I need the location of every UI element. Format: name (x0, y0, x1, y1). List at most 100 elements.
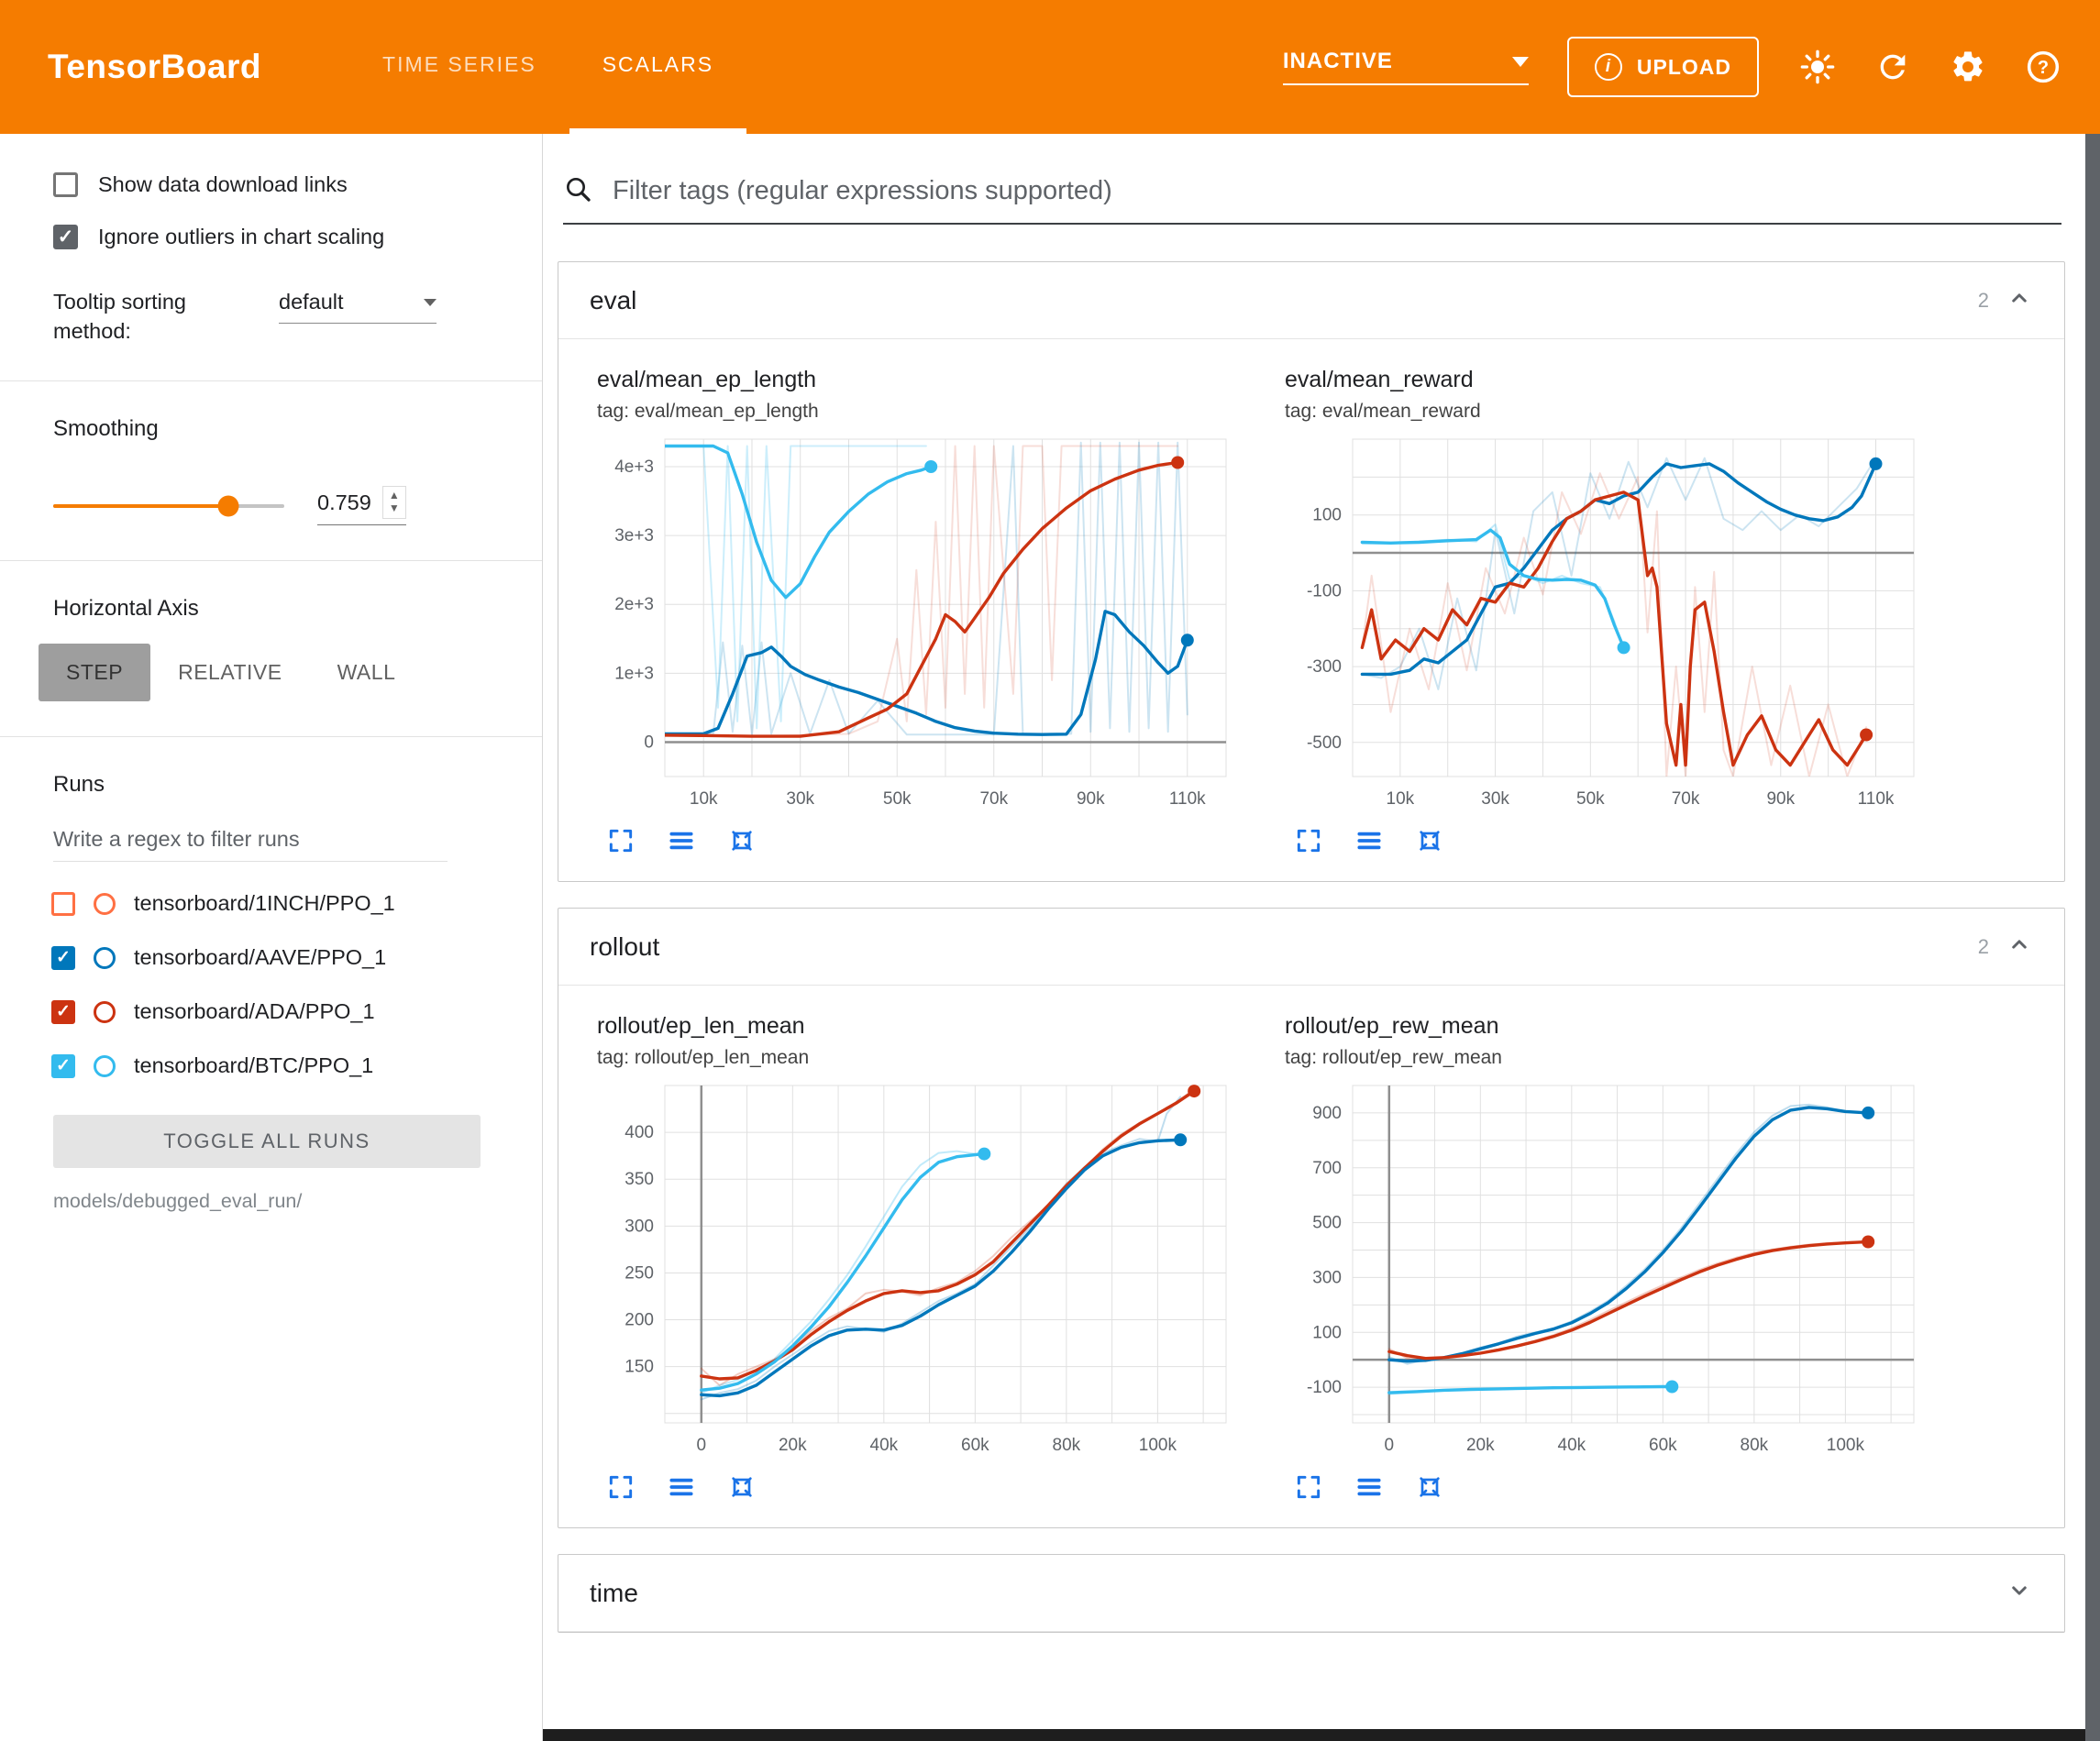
runs-heading: Runs (53, 772, 542, 798)
tab-time-series[interactable]: TIME SERIES (349, 0, 569, 134)
svg-text:80k: 80k (1741, 1436, 1769, 1455)
stepper-up-icon[interactable]: ▲ (389, 490, 400, 502)
horizontal-axis-buttons: STEPRELATIVEWALL (39, 644, 433, 701)
brightness-icon (1799, 49, 1836, 85)
card-header-eval[interactable]: eval2 (558, 262, 2064, 339)
run-color-radio[interactable] (94, 947, 116, 969)
smoothing-value-input[interactable]: 0.759 ▲▼ (317, 486, 406, 525)
run-checkbox[interactable] (51, 1054, 75, 1078)
upload-button[interactable]: i UPLOAD (1567, 37, 1759, 97)
tag-filter-input[interactable] (611, 175, 2061, 207)
refresh-icon (1874, 49, 1911, 85)
svg-text:10k: 10k (690, 789, 718, 809)
svg-text:700: 700 (1312, 1159, 1342, 1178)
status-dropdown-value: INACTIVE (1283, 49, 1393, 74)
stepper-down-icon[interactable]: ▼ (389, 502, 400, 515)
brightness-icon[interactable] (1797, 47, 1838, 87)
run-checkbox[interactable] (51, 892, 75, 916)
axis-option-relative[interactable]: RELATIVE (150, 644, 310, 701)
show-download-links-checkbox[interactable]: Show data download links (53, 172, 542, 197)
card-header-rollout[interactable]: rollout2 (558, 909, 2064, 986)
fullscreen-button[interactable] (602, 822, 639, 859)
run-row[interactable]: tensorboard/AAVE/PPO_1 (51, 931, 542, 985)
chart-title: eval/mean_reward (1285, 367, 1954, 393)
svg-text:40k: 40k (1558, 1436, 1586, 1455)
card-header-right (2006, 1577, 2033, 1609)
axis-option-step[interactable]: STEP (39, 644, 150, 701)
line-chart[interactable]: 10k30k50k70k90k110k01e+32e+33e+34e+3 (597, 426, 1239, 821)
run-row[interactable]: tensorboard/BTC/PPO_1 (51, 1039, 542, 1093)
fit-domain-button[interactable] (724, 822, 760, 859)
chevron-up-icon (2006, 284, 2033, 312)
tensorboard-app: TensorBoard TIME SERIESSCALARS INACTIVE … (0, 0, 2100, 1741)
charts-row: rollout/ep_len_meantag: rollout/ep_len_m… (558, 986, 2064, 1527)
run-label: tensorboard/AAVE/PPO_1 (134, 945, 386, 970)
data-table-button[interactable] (663, 1469, 700, 1505)
help-icon[interactable]: ? (2023, 47, 2063, 87)
line-chart[interactable]: 10k30k50k70k90k110k100-100-300-500 (1285, 426, 1927, 821)
tab-scalars[interactable]: SCALARS (569, 0, 746, 134)
line-chart[interactable]: 020k40k60k80k100k900700500300100-100 (1285, 1073, 1927, 1467)
slider-thumb[interactable] (218, 495, 239, 516)
svg-text:60k: 60k (961, 1436, 989, 1455)
svg-text:100k: 100k (1139, 1436, 1177, 1455)
number-stepper[interactable]: ▲▼ (382, 486, 406, 519)
toggle-all-runs-button[interactable]: TOGGLE ALL RUNS (53, 1115, 481, 1168)
scrollbar-thumb[interactable] (2085, 134, 2100, 1741)
card-time: time (558, 1554, 2065, 1633)
chart-actions (1290, 822, 1954, 859)
line-chart[interactable]: 020k40k60k80k100k150200250300350400 (597, 1073, 1239, 1467)
fullscreen-button[interactable] (1290, 1469, 1327, 1505)
chart-eval-mean-reward: eval/mean_rewardtag: eval/mean_reward10k… (1285, 367, 1954, 859)
status-dropdown[interactable]: INACTIVE (1283, 49, 1529, 85)
divider (0, 736, 542, 737)
divider (0, 380, 542, 381)
card-header-right: 2 (1978, 931, 2033, 963)
run-color-radio[interactable] (94, 1055, 116, 1077)
chart-rollout-ep-rew-mean: rollout/ep_rew_meantag: rollout/ep_rew_m… (1285, 1013, 1954, 1505)
data-table-button[interactable] (1351, 822, 1387, 859)
card-header-time[interactable]: time (558, 1555, 2064, 1632)
svg-text:100: 100 (1312, 506, 1342, 525)
vertical-scrollbar[interactable] (2085, 134, 2100, 1741)
run-row[interactable]: tensorboard/ADA/PPO_1 (51, 985, 542, 1039)
fit-domain-button[interactable] (724, 1469, 760, 1505)
run-checkbox[interactable] (51, 946, 75, 970)
run-row[interactable]: tensorboard/1INCH/PPO_1 (51, 876, 542, 931)
refresh-icon[interactable] (1873, 47, 1913, 87)
charts-row: eval/mean_ep_lengthtag: eval/mean_ep_len… (558, 339, 2064, 881)
chevron-down-icon (424, 299, 437, 306)
svg-text:400: 400 (624, 1123, 654, 1142)
card-title: time (590, 1579, 638, 1608)
svg-text:2e+3: 2e+3 (614, 595, 654, 614)
svg-text:20k: 20k (1466, 1436, 1495, 1455)
checkbox-checked-icon[interactable] (53, 225, 78, 249)
chevron-up-icon[interactable] (2006, 284, 2033, 316)
run-color-radio[interactable] (94, 893, 116, 915)
smoothing-slider[interactable] (53, 504, 284, 508)
data-table-button[interactable] (663, 822, 700, 859)
run-color-radio[interactable] (94, 1001, 116, 1023)
svg-text:4e+3: 4e+3 (614, 457, 654, 477)
upload-label: UPLOAD (1637, 55, 1731, 80)
app-title: TensorBoard (48, 0, 261, 134)
chevron-down-icon[interactable] (2006, 1577, 2033, 1609)
axis-option-wall[interactable]: WALL (310, 644, 424, 701)
settings-icon[interactable] (1948, 47, 1988, 87)
fullscreen-button[interactable] (602, 1469, 639, 1505)
run-checkbox[interactable] (51, 1000, 75, 1024)
chart-rollout-ep-len-mean: rollout/ep_len_meantag: rollout/ep_len_m… (597, 1013, 1266, 1505)
svg-text:-100: -100 (1307, 1378, 1342, 1397)
ignore-outliers-checkbox[interactable]: Ignore outliers in chart scaling (53, 225, 542, 249)
checkbox-unchecked-icon[interactable] (53, 172, 78, 197)
svg-text:60k: 60k (1649, 1436, 1677, 1455)
data-table-button[interactable] (1351, 1469, 1387, 1505)
tooltip-sorting-select[interactable]: default (279, 290, 437, 324)
svg-text:90k: 90k (1766, 789, 1795, 809)
fit-domain-button[interactable] (1411, 1469, 1448, 1505)
fullscreen-button[interactable] (1290, 822, 1327, 859)
fit-domain-button[interactable] (1411, 822, 1448, 859)
chevron-up-icon[interactable] (2006, 931, 2033, 963)
tooltip-sorting-value: default (279, 290, 344, 314)
runs-filter-input[interactable] (53, 821, 448, 862)
